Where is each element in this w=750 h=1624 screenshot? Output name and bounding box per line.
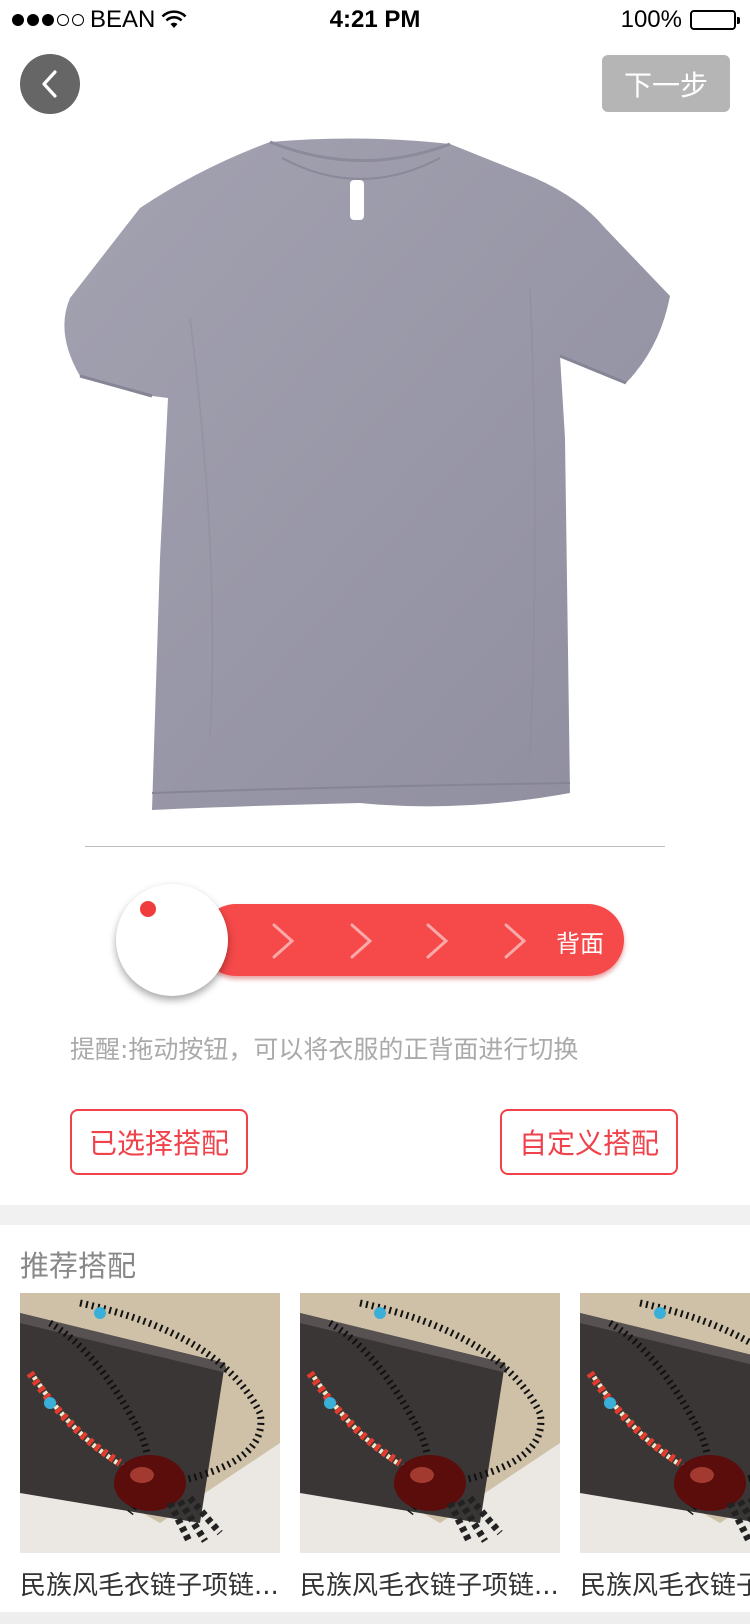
product-image (580, 1293, 750, 1553)
product-card[interactable]: 民族风毛衣链子项链... (580, 1293, 750, 1613)
switch-label: 背面 (556, 930, 604, 958)
chevron-right-icon (272, 923, 295, 959)
hint-text: 提醒:拖动按钮，可以将衣服的正背面进行切换 (70, 1035, 579, 1064)
back-button[interactable] (20, 54, 80, 114)
product-title: 民族风毛衣链子项链... (580, 1571, 750, 1601)
product-image (20, 1293, 280, 1553)
divider (85, 846, 665, 847)
battery-status: 100% (620, 6, 740, 34)
next-step-button[interactable]: 下一步 (602, 55, 730, 112)
knob-indicator-dot (140, 901, 156, 917)
selected-outfit-button[interactable]: 已选择搭配 (70, 1109, 248, 1175)
product-card[interactable]: 民族风毛衣链子项链... (20, 1293, 280, 1601)
chevron-right-icon (426, 923, 449, 959)
section-separator (0, 1205, 750, 1225)
product-card[interactable]: 民族风毛衣链子项链... (300, 1293, 560, 1601)
battery-icon (690, 10, 740, 30)
bottom-separator (0, 1612, 750, 1624)
product-title: 民族风毛衣链子项链... (20, 1571, 279, 1601)
status-bar: BEAN 4:21 PM 100% (0, 0, 750, 40)
tshirt-image (64, 138, 670, 810)
product-image (300, 1293, 560, 1553)
battery-percent: 100% (620, 6, 682, 33)
chevron-right-icon (350, 923, 373, 959)
chevron-left-icon (42, 70, 57, 98)
product-title: 民族风毛衣链子项链... (300, 1571, 559, 1601)
switch-knob[interactable] (116, 884, 228, 996)
custom-outfit-button[interactable]: 自定义搭配 (500, 1109, 678, 1175)
chevron-right-icon (504, 923, 527, 959)
recommend-title: 推荐搭配 (20, 1249, 137, 1283)
